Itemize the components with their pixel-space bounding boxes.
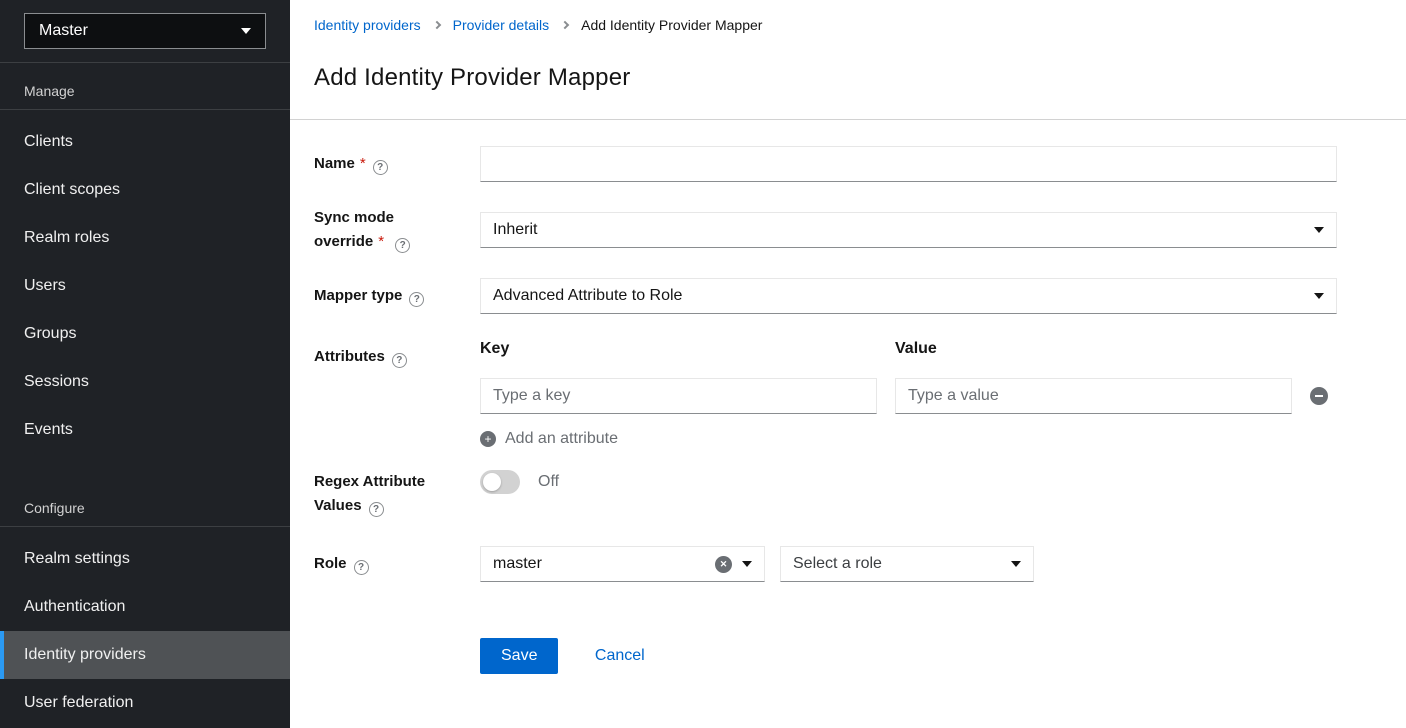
sidebar-item-users[interactable]: Users bbox=[0, 262, 290, 310]
sidebar-item-authentication[interactable]: Authentication bbox=[0, 583, 290, 631]
sidebar: Master Manage Clients Client scopes Real… bbox=[0, 0, 290, 728]
role-typeahead-select[interactable]: master bbox=[480, 546, 765, 582]
role-picker-placeholder: Select a role bbox=[793, 555, 1011, 573]
realm-selector-container: Master bbox=[0, 0, 290, 63]
role-picker-select[interactable]: Select a role bbox=[780, 546, 1034, 582]
page-title: Add Identity Provider Mapper bbox=[314, 64, 1382, 119]
breadcrumb-provider-details[interactable]: Provider details bbox=[453, 17, 550, 33]
help-icon[interactable] bbox=[392, 353, 407, 368]
toggle-knob bbox=[483, 473, 501, 491]
angle-right-icon bbox=[432, 21, 440, 29]
role-label: Role bbox=[314, 552, 480, 576]
cancel-button[interactable]: Cancel bbox=[595, 647, 645, 664]
mapper-form: Name* Sync mode override* Inherit Mapper… bbox=[290, 120, 1406, 700]
sync-mode-label: Sync mode override* bbox=[314, 206, 480, 254]
caret-down-icon bbox=[1314, 293, 1324, 299]
name-label: Name* bbox=[314, 152, 480, 176]
sync-mode-field-row: Sync mode override* Inherit bbox=[314, 206, 1382, 254]
page-header: Identity providers Provider details Add … bbox=[290, 0, 1406, 120]
minus-circle-icon[interactable] bbox=[1310, 387, 1328, 405]
caret-down-icon bbox=[1011, 561, 1021, 567]
help-icon[interactable] bbox=[354, 560, 369, 575]
sidebar-item-identity-providers[interactable]: Identity providers bbox=[0, 631, 290, 679]
caret-down-icon bbox=[241, 28, 251, 34]
add-attribute-button[interactable]: Add an attribute bbox=[480, 430, 618, 448]
name-input[interactable] bbox=[480, 146, 1337, 182]
caret-down-icon bbox=[1314, 227, 1324, 233]
mapper-type-label: Mapper type bbox=[314, 284, 480, 308]
name-field-row: Name* bbox=[314, 146, 1382, 182]
role-field-row: Role master Select a role bbox=[314, 546, 1382, 582]
nav-section-title-configure: Configure bbox=[0, 480, 290, 527]
main-content: Identity providers Provider details Add … bbox=[290, 0, 1406, 728]
mapper-type-value: Advanced Attribute to Role bbox=[493, 287, 1314, 305]
regex-field-row: Regex Attribute Values Off bbox=[314, 470, 1382, 518]
save-button[interactable]: Save bbox=[480, 638, 558, 674]
angle-right-icon bbox=[561, 21, 569, 29]
regex-toggle[interactable] bbox=[480, 470, 520, 494]
regex-label: Regex Attribute Values bbox=[314, 470, 480, 518]
breadcrumb-identity-providers[interactable]: Identity providers bbox=[314, 17, 421, 33]
realm-selector[interactable]: Master bbox=[24, 13, 266, 49]
sidebar-item-user-federation[interactable]: User federation bbox=[0, 679, 290, 727]
help-icon[interactable] bbox=[369, 502, 384, 517]
required-asterisk: * bbox=[360, 155, 366, 172]
attributes-label: Attributes bbox=[314, 340, 480, 369]
sidebar-item-clients[interactable]: Clients bbox=[0, 118, 290, 166]
sync-mode-value: Inherit bbox=[493, 221, 1314, 239]
form-actions-row: Save Cancel bbox=[314, 638, 1382, 674]
breadcrumb: Identity providers Provider details Add … bbox=[314, 17, 1382, 33]
nav-section-title-manage: Manage bbox=[0, 63, 290, 110]
sidebar-nav: Manage Clients Client scopes Realm roles… bbox=[0, 63, 290, 728]
realm-selector-value: Master bbox=[39, 22, 88, 40]
role-selected-value: master bbox=[493, 555, 705, 573]
sync-mode-select[interactable]: Inherit bbox=[480, 212, 1337, 248]
sidebar-item-groups[interactable]: Groups bbox=[0, 310, 290, 358]
mapper-type-select[interactable]: Advanced Attribute to Role bbox=[480, 278, 1337, 314]
help-icon[interactable] bbox=[395, 238, 410, 253]
sidebar-item-realm-settings[interactable]: Realm settings bbox=[0, 535, 290, 583]
nav-section-configure: Configure Realm settings Authentication … bbox=[0, 480, 290, 728]
help-icon[interactable] bbox=[409, 292, 424, 307]
attributes-value-header: Value bbox=[895, 340, 1292, 358]
required-asterisk: * bbox=[378, 233, 384, 250]
regex-toggle-state: Off bbox=[538, 473, 559, 491]
plus-circle-icon bbox=[480, 431, 496, 447]
sidebar-item-events[interactable]: Events bbox=[0, 406, 290, 454]
breadcrumb-current-page: Add Identity Provider Mapper bbox=[581, 17, 762, 33]
caret-down-icon bbox=[742, 561, 752, 567]
sidebar-item-client-scopes[interactable]: Client scopes bbox=[0, 166, 290, 214]
nav-section-manage: Manage Clients Client scopes Realm roles… bbox=[0, 63, 290, 462]
sidebar-item-sessions[interactable]: Sessions bbox=[0, 358, 290, 406]
mapper-type-field-row: Mapper type Advanced Attribute to Role bbox=[314, 278, 1382, 314]
attribute-value-input[interactable] bbox=[895, 378, 1292, 414]
help-icon[interactable] bbox=[373, 160, 388, 175]
attribute-key-input[interactable] bbox=[480, 378, 877, 414]
attributes-editor: Key Value Add an attribute bbox=[480, 340, 1337, 448]
clear-selection-icon[interactable] bbox=[715, 556, 732, 573]
attributes-field-row: Attributes Key Value Add an attribute bbox=[314, 340, 1382, 448]
attributes-key-header: Key bbox=[480, 340, 877, 358]
sidebar-item-realm-roles[interactable]: Realm roles bbox=[0, 214, 290, 262]
